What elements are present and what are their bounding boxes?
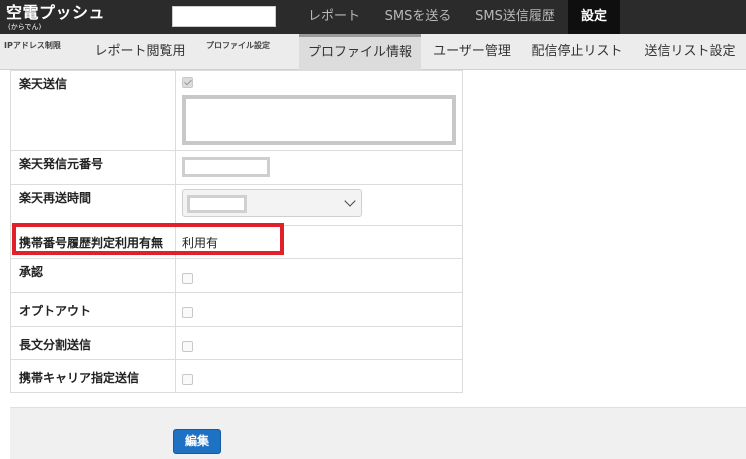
settings-subnav: IPアドレス制限 レポート閲覧用 プロファイル設定 プロファイル情報 ユーザー管… bbox=[0, 34, 746, 70]
subnav-user-management[interactable]: ユーザー管理 bbox=[424, 34, 520, 70]
rakuten-sender-number-input[interactable] bbox=[182, 157, 270, 177]
table-row: 携帯キャリア指定送信 bbox=[10, 359, 463, 393]
table-row: 長文分割送信 bbox=[10, 326, 463, 360]
row-label: 携帯キャリア指定送信 bbox=[10, 359, 176, 393]
rakuten-send-checkbox[interactable] bbox=[182, 77, 193, 88]
table-row: 楽天発信元番号 bbox=[10, 150, 463, 185]
row-label: 楽天送信 bbox=[10, 70, 176, 151]
form-footer: 編集 bbox=[10, 407, 746, 459]
table-row: 楽天送信 bbox=[10, 70, 463, 151]
subnav-unsubscribe-list[interactable]: 配信停止リスト bbox=[524, 34, 630, 70]
nav-settings[interactable]: 設定 bbox=[568, 0, 620, 34]
row-value bbox=[175, 359, 463, 393]
row-value bbox=[175, 326, 463, 360]
opt-out-checkbox[interactable] bbox=[182, 307, 193, 318]
row-value bbox=[175, 70, 463, 151]
row-label: 楽天再送時間 bbox=[10, 184, 176, 226]
subnav-profile-info[interactable]: プロファイル情報 bbox=[299, 34, 421, 70]
rakuten-send-textarea[interactable] bbox=[182, 95, 456, 145]
nav-sms-history[interactable]: SMS送信履歴 bbox=[465, 0, 565, 34]
carrier-specified-send-checkbox[interactable] bbox=[182, 374, 193, 385]
subnav-ip-restriction[interactable]: IPアドレス制限 bbox=[4, 40, 61, 51]
subnav-profile-settings[interactable]: プロファイル設定 bbox=[206, 40, 270, 51]
row-value bbox=[175, 292, 463, 327]
logo-subtext: (からでん) bbox=[8, 23, 42, 31]
nav-send-sms[interactable]: SMSを送る bbox=[374, 0, 462, 34]
chevron-down-icon bbox=[344, 195, 356, 207]
account-name-field[interactable] bbox=[172, 6, 276, 27]
row-label: 承認 bbox=[10, 258, 176, 293]
row-value: 利用有 bbox=[175, 225, 463, 259]
edit-button[interactable]: 編集 bbox=[173, 429, 221, 454]
rakuten-resend-time-select[interactable] bbox=[182, 189, 362, 217]
row-label: 楽天発信元番号 bbox=[10, 150, 176, 185]
profile-settings-table: 楽天送信 楽天発信元番号 楽天再送時間 携帯番号履歴判定利用有無 利用有 承認 … bbox=[10, 70, 463, 393]
row-value bbox=[175, 184, 463, 226]
top-navigation-bar: 空電プッシュ (からでん) レポート SMSを送る SMS送信履歴 設定 bbox=[0, 0, 746, 34]
long-text-split-checkbox[interactable] bbox=[182, 341, 193, 352]
table-row: 承認 bbox=[10, 258, 463, 293]
table-row: 携帯番号履歴判定利用有無 利用有 bbox=[10, 225, 463, 259]
subnav-send-list-settings[interactable]: 送信リスト設定 bbox=[634, 34, 746, 70]
select-value bbox=[187, 195, 247, 213]
nav-report[interactable]: レポート bbox=[297, 0, 371, 34]
table-row: 楽天再送時間 bbox=[10, 184, 463, 226]
row-label: 長文分割送信 bbox=[10, 326, 176, 360]
subnav-report-viewer[interactable]: レポート閲覧用 bbox=[88, 34, 192, 70]
row-label: 携帯番号履歴判定利用有無 bbox=[10, 225, 176, 259]
app-logo[interactable]: 空電プッシュ (からでん) bbox=[6, 3, 105, 31]
logo-text: 空電プッシュ bbox=[6, 3, 106, 22]
row-value bbox=[175, 258, 463, 293]
approval-checkbox[interactable] bbox=[182, 273, 193, 284]
row-value bbox=[175, 150, 463, 185]
row-label: オプトアウト bbox=[10, 292, 176, 327]
table-row: オプトアウト bbox=[10, 292, 463, 327]
